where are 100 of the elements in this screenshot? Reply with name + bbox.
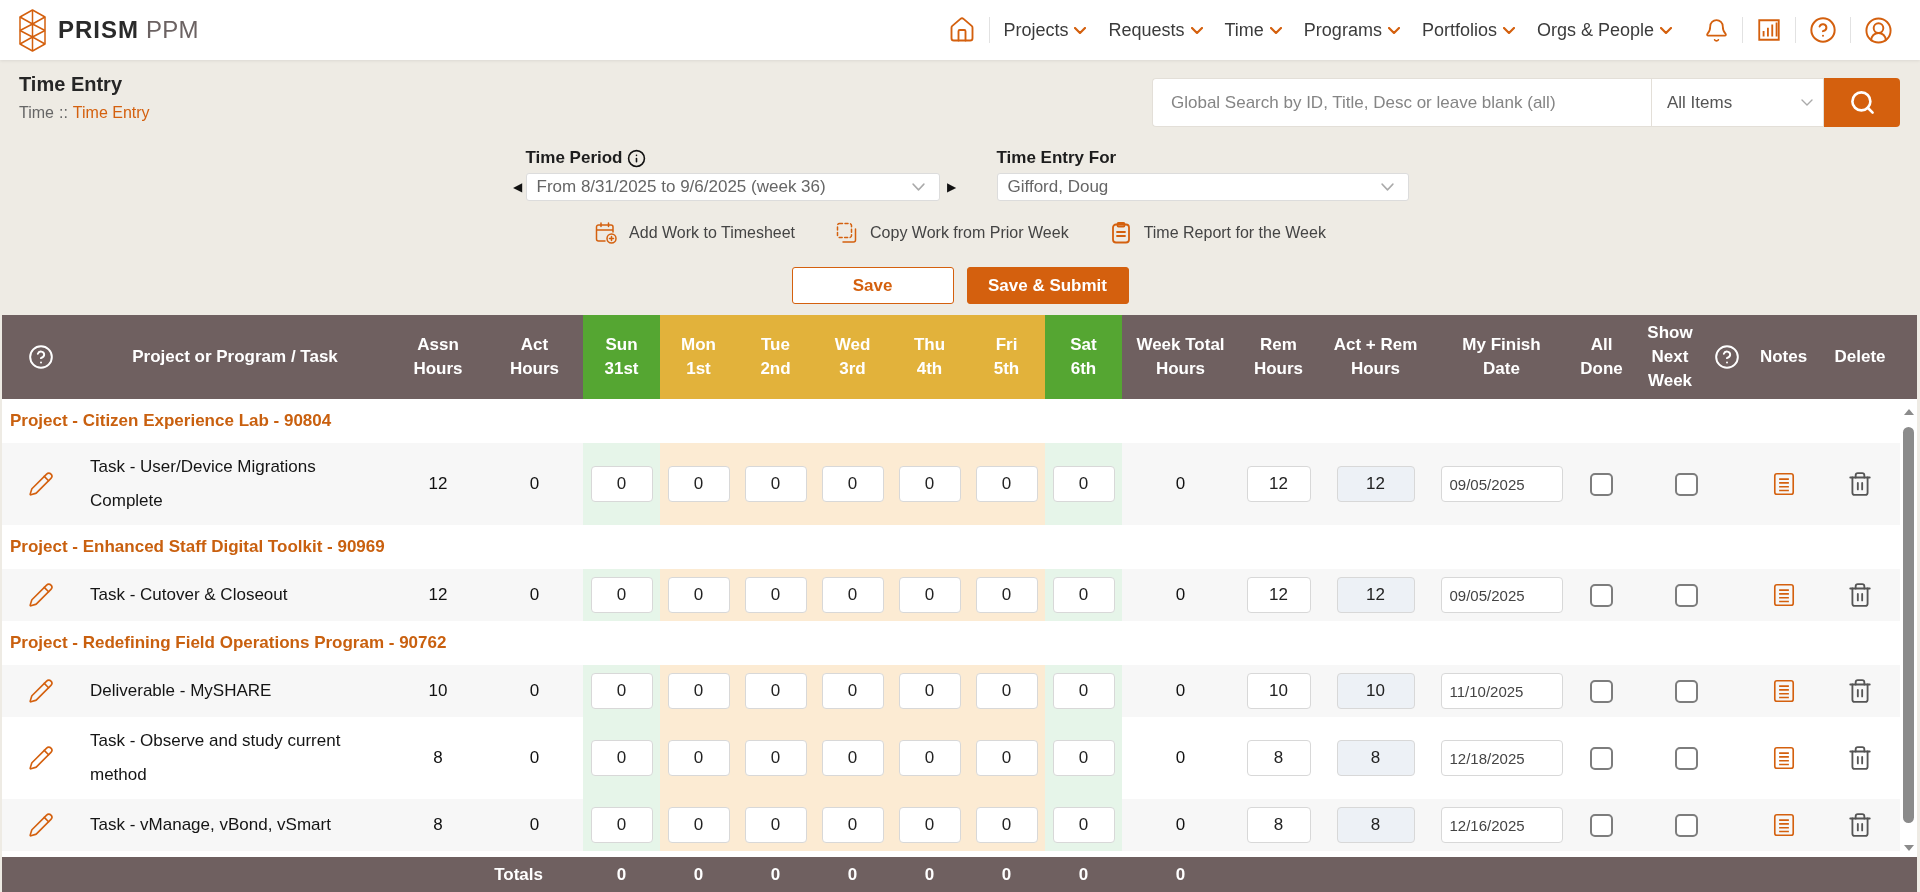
nav-menu[interactable]: Programs [1303,19,1400,41]
week-total-hours: 0 [1175,585,1186,605]
checkbox[interactable] [1674,583,1698,607]
checkbox[interactable] [1590,679,1613,703]
remaining-hours-input[interactable]: 8 [1246,807,1311,843]
help-icon[interactable] [1809,16,1837,44]
nav-menu[interactable]: Orgs & People [1536,19,1672,41]
pencil-icon[interactable] [28,471,54,497]
column-header: Notes [1759,346,1808,368]
week-total-hours: 0 [1175,474,1186,494]
hours-input[interactable]: 0 [744,577,807,613]
nav-menu[interactable]: Requests [1108,19,1203,41]
time-period-select[interactable]: From 8/31/2025 to 9/6/2025 (week 36) [525,173,940,201]
hours-input[interactable]: 0 [1052,673,1115,709]
hours-input[interactable]: 0 [975,577,1038,613]
date-input[interactable]: 12/18/2025 [1440,740,1563,776]
nav-menu[interactable]: Portfolios [1421,19,1515,41]
hours-input[interactable]: 0 [1052,807,1115,843]
remaining-hours-input[interactable]: 12 [1246,466,1311,502]
trash-icon[interactable] [1847,471,1873,497]
date-input[interactable]: 11/10/2025 [1440,673,1563,709]
action-link[interactable]: Copy Work from Prior Week [835,221,1069,245]
next-week-button[interactable]: ▶ [945,180,958,194]
hours-input[interactable]: 0 [1052,577,1115,613]
hours-input[interactable]: 0 [898,740,961,776]
hours-input[interactable]: 0 [667,577,730,613]
hours-input[interactable]: 0 [744,466,807,502]
hours-input[interactable]: 0 [821,673,884,709]
hours-input[interactable]: 0 [667,673,730,709]
hours-input[interactable]: 0 [667,740,730,776]
search-field[interactable]: Global Search by ID, Title, Desc or leave blank (all) [1152,78,1651,127]
search-button[interactable] [1824,78,1900,127]
total-hours-field[interactable]: 12 [1336,466,1415,502]
hours-input[interactable]: 0 [744,807,807,843]
total-hours-field[interactable]: 8 [1336,807,1415,843]
nav-menu[interactable]: Projects [1003,19,1087,41]
person-select[interactable]: Gifford, Doug [996,173,1409,201]
scroll-down-icon[interactable] [1903,845,1914,851]
hours-input[interactable]: 0 [975,673,1038,709]
bell-icon[interactable] [1704,17,1729,43]
hours-input[interactable]: 0 [667,466,730,502]
total-hours-field[interactable]: 8 [1336,740,1415,776]
hours-input[interactable]: 0 [898,673,961,709]
hours-input[interactable]: 0 [821,740,884,776]
scroll-up-icon[interactable] [1903,409,1914,415]
hours-input[interactable]: 0 [590,673,653,709]
info-icon[interactable] [626,148,646,168]
submit-button[interactable]: Save & Submit [966,267,1129,304]
hours-input[interactable]: 0 [1052,740,1115,776]
breadcrumb-link[interactable]: Time [19,103,54,123]
pencil-icon[interactable] [28,678,54,704]
trash-icon[interactable] [1847,678,1873,704]
checkbox[interactable] [1674,746,1698,770]
action-link[interactable]: Add Work to Timesheet [594,221,796,245]
checkbox[interactable] [1590,746,1613,770]
trash-icon[interactable] [1847,812,1873,838]
hours-input[interactable]: 0 [590,807,653,843]
bar-chart-icon[interactable] [1756,17,1782,43]
hours-input[interactable]: 0 [975,466,1038,502]
hours-input[interactable]: 0 [975,740,1038,776]
hours-input[interactable]: 0 [821,466,884,502]
hours-input[interactable]: 0 [744,673,807,709]
hours-input[interactable]: 0 [821,807,884,843]
save-button[interactable]: Save [791,267,954,304]
trash-icon[interactable] [1847,745,1873,771]
remaining-hours-input[interactable]: 10 [1246,673,1311,709]
hours-input[interactable]: 0 [590,740,653,776]
checkbox[interactable] [1590,583,1613,607]
hours-input[interactable]: 0 [898,807,961,843]
hours-input[interactable]: 0 [975,807,1038,843]
hours-input[interactable]: 0 [590,577,653,613]
pencil-icon[interactable] [28,582,54,608]
checkbox[interactable] [1674,813,1698,837]
checkbox[interactable] [1674,472,1698,496]
scope-select[interactable]: All Items [1651,78,1824,127]
hours-input[interactable]: 0 [821,577,884,613]
date-input[interactable]: 09/05/2025 [1440,577,1563,613]
hours-input[interactable]: 0 [898,577,961,613]
date-input[interactable]: 12/16/2025 [1440,807,1563,843]
checkbox[interactable] [1590,472,1613,496]
checkbox[interactable] [1674,679,1698,703]
pencil-icon[interactable] [28,812,54,838]
date-input[interactable]: 09/05/2025 [1440,466,1563,502]
hours-input[interactable]: 0 [1052,466,1115,502]
user-icon[interactable] [1864,15,1893,45]
hours-input[interactable]: 0 [744,740,807,776]
remaining-hours-input[interactable]: 12 [1246,577,1311,613]
previous-week-button[interactable]: ◀ [511,180,524,194]
action-link[interactable]: Time Report for the Week [1108,221,1326,245]
checkbox[interactable] [1590,813,1613,837]
total-hours-field[interactable]: 10 [1336,673,1415,709]
trash-icon[interactable] [1847,582,1873,608]
total-hours-field[interactable]: 12 [1336,577,1415,613]
nav-menu[interactable]: Time [1224,19,1282,41]
hours-input[interactable]: 0 [590,466,653,502]
pencil-icon[interactable] [28,745,54,771]
remaining-hours-input[interactable]: 8 [1246,740,1311,776]
scrollbar-thumb[interactable] [1903,427,1914,823]
hours-input[interactable]: 0 [898,466,961,502]
hours-input[interactable]: 0 [667,807,730,843]
